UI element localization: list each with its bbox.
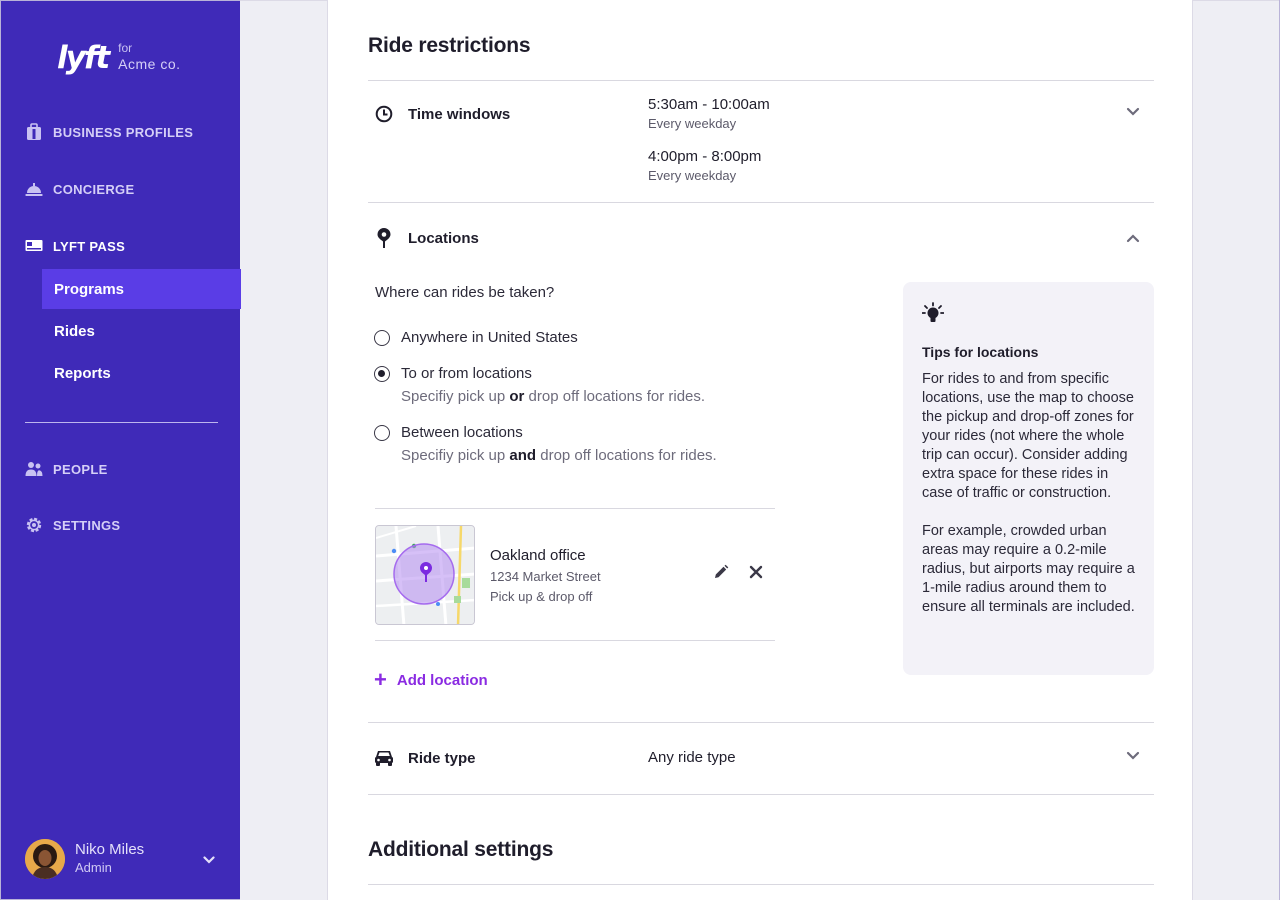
pencil-icon	[712, 563, 730, 586]
radio-between[interactable]: Between locations Specifiy pick up and d…	[374, 423, 717, 467]
sidebar-item-lyft-pass[interactable]: LYFT PASS	[25, 234, 125, 258]
sidebar-item-label: PEOPLE	[53, 461, 108, 477]
location-type: Pick up & drop off	[490, 589, 593, 604]
time-windows-header[interactable]: Time windows	[374, 102, 510, 126]
sidebar-subitem-programs[interactable]: Programs	[42, 269, 241, 309]
remove-location-button[interactable]	[746, 564, 766, 584]
main-panel: Ride restrictions Time windows 5:30am - …	[327, 0, 1193, 900]
location-map-thumbnail[interactable]	[375, 525, 475, 625]
additional-settings-title: Additional settings	[368, 838, 554, 861]
sidebar-subitem-label: Reports	[54, 364, 111, 382]
tips-paragraph: For example, crowded urban areas may req…	[922, 523, 1135, 615]
sidebar-item-label: BUSINESS PROFILES	[53, 124, 194, 140]
sidebar-subitem-label: Rides	[54, 322, 95, 340]
user-role: Admin	[75, 860, 112, 875]
divider	[375, 508, 775, 509]
company-name: Acme co.	[118, 56, 181, 72]
sidebar-subitem-rides[interactable]: Rides	[42, 311, 241, 351]
car-icon	[374, 748, 394, 768]
radio-description-text: drop off locations for rides.	[524, 388, 706, 405]
chevron-up-icon[interactable]	[1124, 229, 1142, 247]
chevron-down-icon[interactable]	[1124, 746, 1142, 764]
time-window-frequency: Every weekday	[648, 116, 737, 131]
briefcase-icon	[25, 123, 43, 141]
radio-label: Between locations	[401, 424, 523, 441]
divider	[368, 80, 1154, 81]
tips-card: Tips for locations For rides to and from…	[903, 282, 1154, 675]
sidebar: lyft for Acme co. BUSINESS PROFILES CONC…	[0, 0, 241, 900]
user-menu[interactable]: Niko Miles Admin	[25, 839, 225, 879]
pass-icon	[25, 237, 43, 255]
divider	[368, 722, 1154, 723]
bell-icon	[25, 180, 43, 198]
locations-header[interactable]: Locations	[374, 226, 479, 250]
gear-icon	[25, 516, 43, 534]
divider	[368, 794, 1154, 795]
sidebar-item-label: LYFT PASS	[53, 238, 126, 254]
tips-paragraph: For rides to and from specific locations…	[922, 371, 1134, 501]
sidebar-item-settings[interactable]: SETTINGS	[25, 513, 120, 537]
time-window: 5:30am - 10:00am Every weekday	[648, 95, 770, 133]
location-name: Oakland office	[490, 547, 586, 564]
sidebar-item-concierge[interactable]: CONCIERGE	[25, 177, 134, 201]
radio-description-emphasis: and	[509, 447, 537, 464]
avatar	[25, 839, 65, 879]
ride-type-value: Any ride type	[648, 749, 736, 766]
divider	[375, 640, 775, 641]
brand-for: for Acme co.	[118, 41, 180, 71]
brand-for-label: for	[118, 41, 133, 55]
time-windows-label: Time windows	[408, 105, 511, 123]
sidebar-item-label: CONCIERGE	[53, 181, 135, 197]
radio-description-text: Specifiy pick up	[401, 447, 510, 464]
tips-title: Tips for locations	[922, 344, 1039, 360]
chevron-down-icon[interactable]	[203, 851, 215, 869]
lightbulb-icon	[921, 302, 945, 331]
radio-button[interactable]	[374, 330, 390, 346]
sidebar-item-business-profiles[interactable]: BUSINESS PROFILES	[25, 120, 193, 144]
sidebar-item-people[interactable]: PEOPLE	[25, 457, 108, 481]
radio-label: To or from locations	[401, 365, 532, 382]
location-address: 1234 Market Street	[490, 569, 601, 584]
radio-description-text: Specifiy pick up	[401, 388, 510, 405]
add-location-button[interactable]: + Add location	[374, 667, 488, 692]
add-location-label: Add location	[396, 671, 488, 689]
ride-restrictions-title: Ride restrictions	[368, 34, 531, 57]
divider	[368, 884, 1154, 885]
time-window-time: 4:00pm - 8:00pm	[648, 148, 762, 165]
radio-label: Anywhere in United States	[401, 329, 578, 346]
radio-description: Specifiy pick up and drop off locations …	[401, 445, 717, 467]
sidebar-subitem-reports[interactable]: Reports	[42, 353, 241, 393]
radio-description-emphasis: or	[509, 388, 525, 405]
radio-anywhere[interactable]: Anywhere in United States	[374, 328, 578, 348]
time-window-frequency: Every weekday	[648, 168, 737, 183]
divider	[368, 202, 1154, 203]
locations-label: Locations	[408, 229, 479, 247]
brand[interactable]: lyft for Acme co.	[57, 41, 181, 75]
chevron-down-icon[interactable]	[1124, 102, 1142, 120]
edit-location-button[interactable]	[711, 564, 731, 584]
radio-button[interactable]	[374, 425, 390, 441]
locations-question: Where can rides be taken?	[375, 284, 555, 301]
sidebar-subitem-label: Programs	[54, 280, 125, 298]
people-icon	[25, 460, 43, 478]
ride-type-label: Ride type	[408, 749, 476, 767]
plus-icon: +	[374, 667, 387, 692]
right-gutter	[1193, 0, 1280, 900]
radio-description-text: drop off locations for rides.	[536, 447, 717, 464]
radio-description: Specifiy pick up or drop off locations f…	[401, 386, 705, 408]
user-name: Niko Miles	[75, 841, 145, 858]
ride-type-header[interactable]: Ride type	[374, 746, 476, 770]
time-window-time: 5:30am - 10:00am	[648, 96, 770, 113]
close-icon	[749, 565, 763, 584]
time-window: 4:00pm - 8:00pm Every weekday	[648, 147, 761, 185]
clock-icon	[374, 104, 394, 124]
sidebar-divider	[25, 422, 218, 423]
lyft-logo: lyft	[57, 40, 110, 76]
map-pin-icon	[374, 228, 394, 248]
radio-button-selected[interactable]	[374, 366, 390, 382]
radio-to-or-from[interactable]: To or from locations Specifiy pick up or…	[374, 364, 705, 408]
sidebar-item-label: SETTINGS	[53, 517, 121, 533]
